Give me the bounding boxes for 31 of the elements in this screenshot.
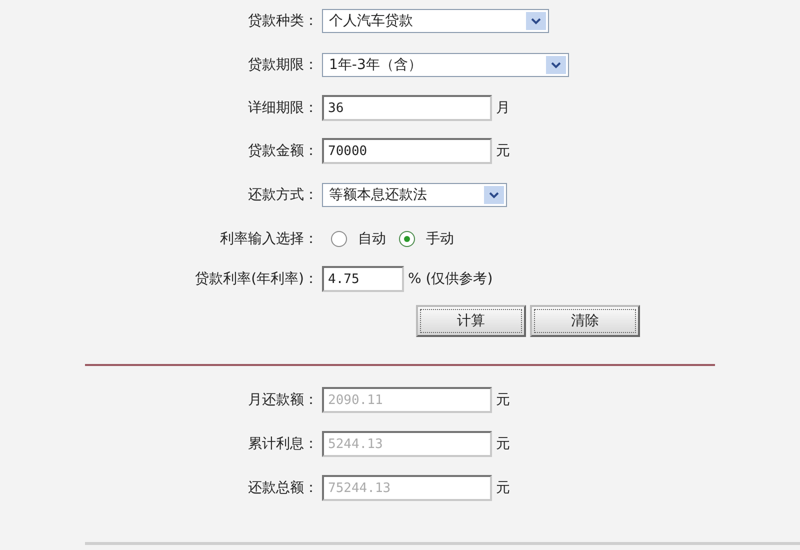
radio-button[interactable]: [398, 230, 416, 248]
field-label: 贷款利率(年利率)：: [194, 270, 319, 288]
field-label: 还款方式：: [247, 186, 319, 204]
field-label: 贷款金额：: [247, 142, 319, 160]
action-button[interactable]: 清除: [530, 305, 640, 337]
field-label: 详细期限：: [247, 99, 319, 117]
field-label: 贷款种类：: [247, 12, 319, 30]
chevron-down-icon: [526, 12, 546, 30]
radio-button[interactable]: [330, 230, 348, 248]
unit-label: % (仅供参考): [408, 270, 493, 288]
radio-label: 自动: [358, 230, 386, 248]
radio-label: 手动: [426, 230, 454, 248]
unit-label: 元: [496, 435, 510, 453]
field-label: 贷款期限：: [247, 56, 319, 74]
action-button[interactable]: 计算: [416, 305, 526, 337]
field-label: 利率输入选择：: [219, 230, 319, 248]
input-field[interactable]: 36: [322, 95, 492, 121]
result-label: 还款总额：: [247, 479, 319, 497]
unit-label: 月: [496, 99, 510, 117]
dropdown[interactable]: 个人汽车贷款: [322, 9, 549, 33]
unit-label: 元: [496, 479, 510, 497]
chevron-down-icon: [484, 186, 504, 204]
result-label: 月还款额：: [247, 391, 319, 409]
unit-label: 元: [496, 142, 510, 160]
chevron-down-icon: [546, 56, 566, 74]
input-field[interactable]: 70000: [322, 138, 492, 164]
dropdown[interactable]: 等额本息还款法: [322, 183, 507, 207]
result-label: 累计利息：: [247, 435, 319, 453]
dropdown[interactable]: 1年-3年（含）: [322, 53, 569, 77]
input-field[interactable]: 4.75: [322, 266, 404, 292]
unit-label: 元: [496, 391, 510, 409]
